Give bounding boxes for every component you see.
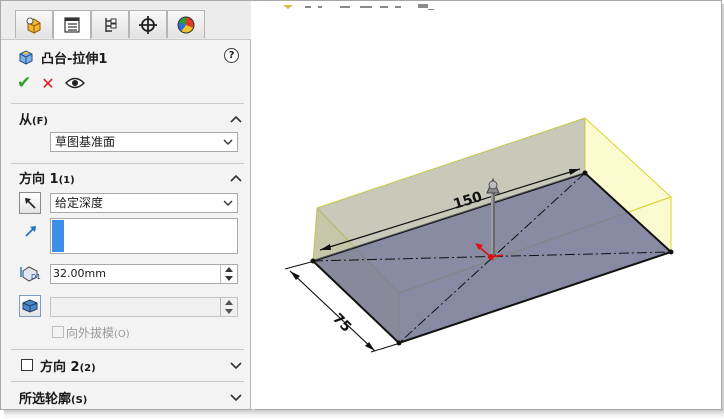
display-manager-tab[interactable] <box>167 10 205 38</box>
chevron-down-icon[interactable] <box>230 393 242 401</box>
chevron-down-icon <box>223 139 233 145</box>
from-section-header[interactable]: 从(F) <box>19 109 48 128</box>
help-button[interactable]: ? <box>224 48 239 63</box>
depth-value: 32.00mm <box>53 267 106 280</box>
feature-tree-icon <box>26 17 41 34</box>
draft-toggle-button[interactable] <box>19 295 41 317</box>
direction2-label: 方向 2 <box>40 360 80 375</box>
property-manager-panel: 凸台-拉伸1 ? ✔ ✕ 从(F) 草图基准面 方向 1(1) 给定深度 D1 … <box>1 1 251 409</box>
manager-tabs <box>1 1 251 40</box>
direction1-shortcut: (1) <box>58 175 75 186</box>
feature-manager-tab[interactable] <box>15 10 53 38</box>
chevron-down-icon[interactable] <box>230 361 242 369</box>
graphics-viewport[interactable]: 150 75 <box>252 1 721 409</box>
draft-outward-label: 向外拔模 <box>66 326 115 340</box>
stepper-down-icon <box>221 307 237 316</box>
color-wheel-icon <box>177 16 195 33</box>
list-selection-highlight <box>52 220 64 252</box>
dimxpert-tab[interactable] <box>129 10 167 38</box>
contours-label: 所选轮廓 <box>19 392 72 407</box>
from-select-value: 草图基准面 <box>55 135 116 149</box>
direction1-section-header[interactable]: 方向 1(1) <box>19 168 75 187</box>
direction-vector-icon <box>25 226 36 237</box>
configuration-icon <box>105 17 117 32</box>
direction2-section-header[interactable]: 方向 2(2) <box>40 356 96 375</box>
chevron-up-icon[interactable] <box>230 174 242 182</box>
draft-icon <box>22 299 38 313</box>
from-select[interactable]: 草图基准面 <box>50 132 238 152</box>
crosshair-icon <box>139 15 157 34</box>
stepper-up-icon[interactable] <box>221 265 237 274</box>
window-shadow <box>4 410 724 419</box>
property-list-icon <box>64 17 80 33</box>
end-condition-select[interactable]: 给定深度 <box>50 193 238 213</box>
direction1-label: 方向 1 <box>19 172 59 187</box>
divider <box>11 103 244 104</box>
reverse-direction-button[interactable] <box>19 192 41 214</box>
feature-title: 凸台-拉伸1 <box>41 51 108 67</box>
draft-outward-label-row: 向外拔模(O) <box>66 324 130 341</box>
contours-section-header[interactable]: 所选轮廓(S) <box>19 388 87 407</box>
action-buttons: ✔ ✕ <box>17 73 85 93</box>
from-section-label: 从 <box>19 113 33 128</box>
heads-up-toolbar-fragment <box>283 4 434 10</box>
chevron-down-icon <box>223 200 233 206</box>
draft-outward-checkbox <box>52 326 64 338</box>
depth-stepper[interactable] <box>220 265 237 283</box>
ok-check-icon[interactable]: ✔ <box>17 73 31 93</box>
cancel-x-icon[interactable]: ✕ <box>41 74 54 93</box>
depth-icon: D1 <box>20 266 41 282</box>
dimension-width-text[interactable]: 75 <box>329 311 354 336</box>
svg-text:D1: D1 <box>31 273 41 281</box>
configuration-manager-tab[interactable] <box>91 10 129 38</box>
divider <box>11 163 244 164</box>
from-section-shortcut: (F) <box>32 116 48 127</box>
draft-angle-stepper <box>220 298 237 316</box>
end-condition-value: 给定深度 <box>55 196 104 210</box>
boss-extrude-icon <box>19 50 33 65</box>
model-view[interactable]: 150 75 <box>252 1 721 409</box>
divider <box>11 349 244 350</box>
direction2-checkbox[interactable] <box>21 359 33 371</box>
stepper-up-icon <box>221 298 237 307</box>
direction-reference-list[interactable] <box>50 218 238 254</box>
reverse-direction-icon <box>25 198 36 209</box>
preview-eye-icon[interactable] <box>64 76 85 90</box>
direction2-shortcut: (2) <box>79 363 96 374</box>
chevron-up-icon[interactable] <box>230 115 242 123</box>
divider <box>11 381 244 382</box>
stepper-down-icon[interactable] <box>221 274 237 283</box>
property-manager-tab[interactable] <box>53 10 91 39</box>
draft-angle-input <box>50 297 238 317</box>
depth-input[interactable]: 32.00mm <box>50 264 238 284</box>
draft-outward-shortcut: (O) <box>114 329 130 340</box>
contours-shortcut: (S) <box>71 395 88 406</box>
feature-title-row: 凸台-拉伸1 <box>17 47 107 67</box>
